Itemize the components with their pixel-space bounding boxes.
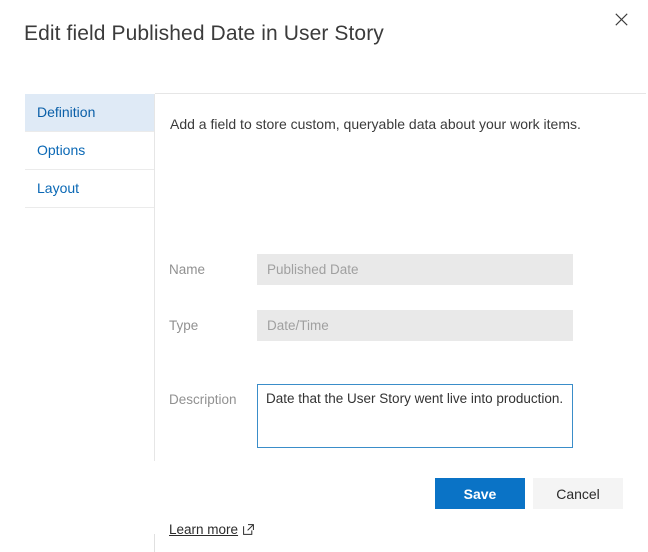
field-row-description: Description Date that the User Story wen… — [169, 384, 634, 448]
sidebar-item-separator — [25, 207, 154, 208]
name-field-label: Name — [169, 262, 206, 277]
close-button[interactable] — [606, 4, 636, 34]
dialog-footer: Save Cancel — [0, 478, 648, 510]
close-icon — [614, 12, 628, 26]
cancel-button[interactable]: Cancel — [533, 478, 623, 509]
description-field[interactable]: Date that the User Story went live into … — [257, 384, 573, 448]
learn-more-label: Learn more — [169, 522, 239, 537]
save-button[interactable]: Save — [435, 478, 525, 509]
type-field-label: Type — [169, 318, 199, 333]
sidebar-item-definition[interactable]: Definition — [25, 94, 154, 131]
sidebar-item-layout[interactable]: Layout — [25, 170, 154, 207]
description-field-label: Description — [169, 392, 237, 407]
page-title: Edit field Published Date in User Story — [24, 22, 384, 45]
sidebar: Definition Options Layout — [25, 94, 154, 208]
external-link-icon — [243, 524, 254, 535]
type-field — [257, 310, 573, 341]
learn-more-link[interactable]: Learn more — [169, 522, 254, 537]
field-row-name: Name — [169, 254, 634, 285]
field-row-type: Type — [169, 310, 634, 341]
dialog-header: Edit field Published Date in User Story — [0, 0, 648, 88]
pane-description: Add a field to store custom, queryable d… — [170, 116, 581, 132]
name-field — [257, 254, 573, 285]
sidebar-item-options[interactable]: Options — [25, 132, 154, 169]
